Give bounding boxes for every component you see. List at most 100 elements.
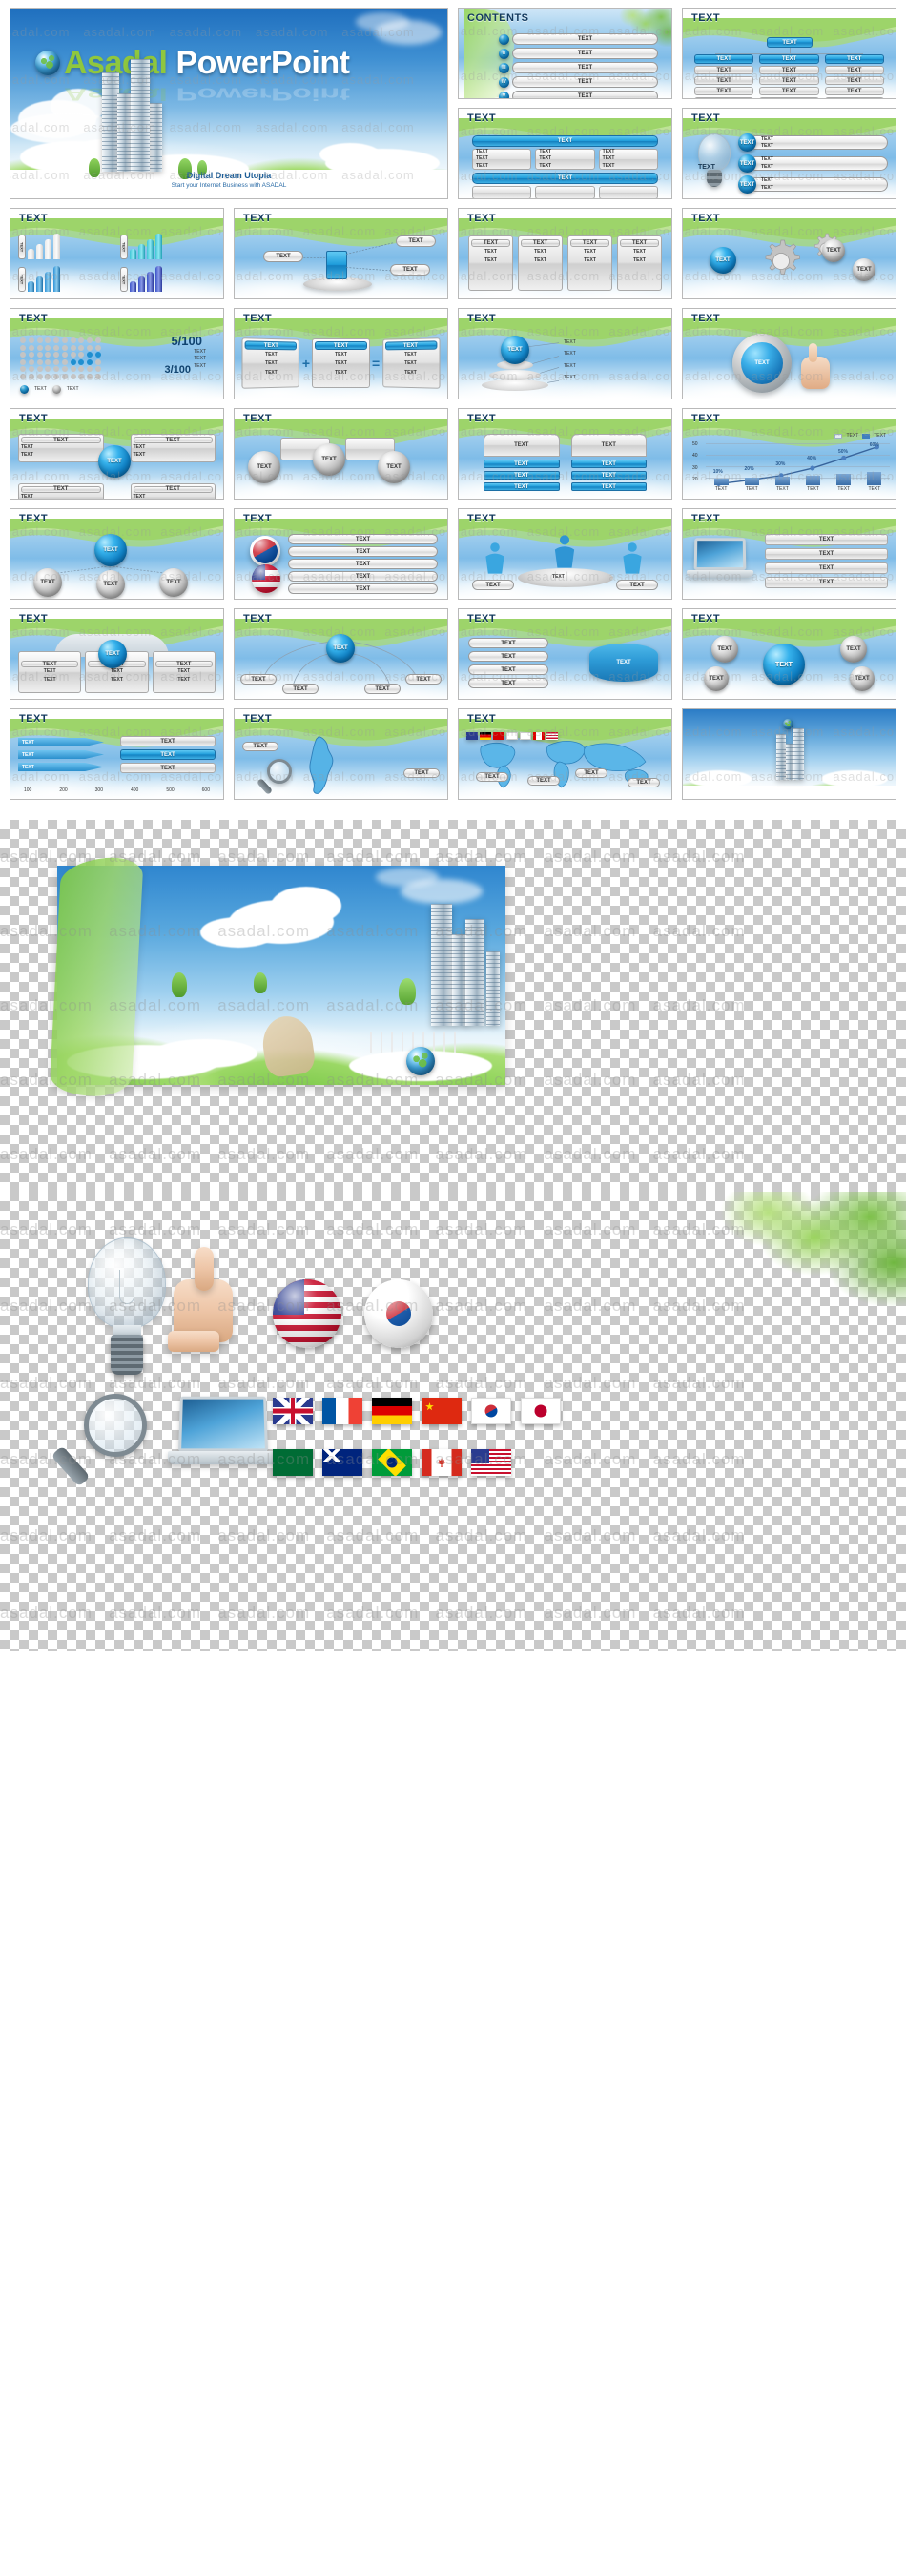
list-row[interactable]: TEXT: [468, 664, 548, 675]
mini-bar-chart[interactable]: TEXT: [16, 264, 115, 294]
germany-flag-icon[interactable]: [372, 1398, 412, 1424]
arc-node[interactable]: TEXT: [405, 674, 442, 685]
table-cell[interactable]: TEXT TEXT TEXT: [472, 149, 532, 170]
quadrant-box[interactable]: TEXT TEXT TEXT: [130, 434, 216, 462]
side-label[interactable]: TEXT: [616, 580, 658, 590]
cylinder-shape[interactable]: TEXT: [589, 644, 658, 682]
arrow-bar[interactable]: TEXT: [18, 750, 104, 759]
slide-korea-map[interactable]: TEXT TEXT TEXT asadal.com asadal.com asa…: [234, 708, 448, 800]
org-cell[interactable]: TEXT: [824, 87, 884, 95]
list-row[interactable]: TEXT: [765, 562, 888, 574]
banner-1[interactable]: TEXT: [472, 135, 658, 147]
timeline-card[interactable]: TEXT: [120, 749, 216, 760]
map-label[interactable]: TEXT: [575, 768, 607, 778]
org-cell[interactable]: TEXT: [759, 76, 819, 85]
callout-3[interactable]: TEXT: [390, 264, 430, 276]
mini-bar-chart[interactable]: TEXT: [16, 232, 115, 261]
slide-dot-matrix[interactable]: TEXT 5/100 3/100 TEXT TEXT TEXT TEXT TEX…: [10, 308, 224, 399]
node-pill[interactable]: TEXT TEXT: [749, 156, 888, 171]
timeline-card[interactable]: TEXT: [120, 736, 216, 746]
slide-dial-hand[interactable]: TEXT TEXT asadal.com asadal.com asadal.c…: [682, 308, 896, 399]
card[interactable]: TEXT TEXT TEXT TEXT: [241, 337, 299, 389]
arc-node[interactable]: TEXT: [240, 674, 277, 685]
korea-flag-sphere-icon[interactable]: [364, 1279, 433, 1348]
column-bar[interactable]: TEXT: [570, 460, 647, 468]
usa-flag-sphere-icon[interactable]: [273, 1279, 341, 1348]
slide-four-panels[interactable]: TEXT TEXT TEXT TEXT TEXT TEXT TEXT TEXT …: [458, 208, 672, 299]
slide-flag-list[interactable]: TEXT TEXT TEXT TEXT TEXT TEXT asadal.com…: [234, 508, 448, 600]
slide-hub-spheres[interactable]: TEXT TEXT TEXT TEXT TEXT asadal.com asad…: [10, 508, 224, 600]
slide-sphere-cluster[interactable]: TEXT TEXT TEXT TEXT TEXT TEXT asadal.com…: [682, 608, 896, 700]
org-cell[interactable]: TEXT: [694, 76, 754, 85]
slide-org-chart[interactable]: TEXT TEXT TEXT TEXT TEXT TEXT TEXT TEXT …: [682, 8, 896, 99]
arc-node[interactable]: TEXT: [364, 684, 401, 694]
node-pill[interactable]: TEXT TEXT: [749, 177, 888, 192]
korea-flag-icon[interactable]: [471, 1398, 511, 1424]
saudi-flag-icon[interactable]: [273, 1449, 313, 1476]
quadrant-box[interactable]: TEXT TEXT TEXT: [18, 434, 104, 462]
list-row[interactable]: TEXT: [468, 651, 548, 662]
japan-flag-icon[interactable]: [521, 1398, 561, 1424]
org-column-head[interactable]: TEXT: [694, 54, 754, 64]
france-flag-icon[interactable]: [322, 1398, 362, 1424]
list-row[interactable]: TEXT: [765, 548, 888, 560]
slide-contents[interactable]: CONTENTS I TEXT II TEXT III TEXT IV TEXT…: [458, 8, 672, 99]
callout-2[interactable]: TEXT: [263, 251, 303, 262]
slide-three-cards[interactable]: TEXT TEXT TEXT TEXT TEXT + TEXT TEXT TEX…: [234, 308, 448, 399]
slide-thank-you[interactable]: asadal.com asadal.com asadal.com asadal.…: [682, 708, 896, 800]
org-cell[interactable]: TEXT: [824, 97, 884, 98]
bulb-node-3[interactable]: TEXT TEXT TEXT: [738, 175, 888, 194]
quadrant-box[interactable]: TEXT TEXT TEXT: [130, 482, 216, 499]
slide-pyramid[interactable]: TEXT TEXT TEXT TEXT TEXT TEXT asadal.com…: [458, 308, 672, 399]
china-flag-icon[interactable]: [422, 1398, 462, 1424]
org-cell[interactable]: TEXT: [824, 66, 884, 74]
australia-flag-icon[interactable]: [322, 1449, 362, 1476]
fan-box[interactable]: TEXT TEXT TEXT: [152, 651, 216, 693]
org-cell[interactable]: TEXT: [759, 66, 819, 74]
korea-map-icon[interactable]: [290, 734, 353, 797]
map-label[interactable]: TEXT: [527, 776, 560, 786]
slide-arc-diagram[interactable]: TEXT TEXT TEXT TEXT TEXT TEXT asadal.com…: [234, 608, 448, 700]
node-pill[interactable]: TEXT TEXT: [749, 135, 888, 150]
table-cell[interactable]: [472, 186, 532, 198]
org-cell[interactable]: TEXT: [824, 76, 884, 85]
flag-row[interactable]: TEXT: [288, 546, 438, 557]
usa-flag-icon[interactable]: [471, 1449, 511, 1476]
bulb-node-2[interactable]: TEXT TEXT TEXT: [738, 154, 888, 173]
slide-list-cylinder[interactable]: TEXT TEXT TEXT TEXT TEXT TEXT asadal.com…: [458, 608, 672, 700]
slide-podium-callouts[interactable]: TEXT TEXT TEXT TEXT asadal.com asadal.co…: [234, 208, 448, 299]
canada-flag-icon[interactable]: [422, 1449, 462, 1476]
contents-item[interactable]: I TEXT: [499, 33, 658, 45]
dial-ring[interactable]: TEXT: [732, 334, 792, 393]
flag-row[interactable]: TEXT: [288, 534, 438, 544]
arrow-bar[interactable]: TEXT: [18, 738, 104, 746]
column-bar[interactable]: TEXT: [570, 482, 647, 491]
list-row[interactable]: TEXT: [765, 534, 888, 545]
org-column-head[interactable]: TEXT: [824, 54, 884, 64]
panel[interactable]: TEXT TEXT TEXT: [518, 235, 563, 291]
slide-bulb-spheres[interactable]: TEXT TEXT TEXT TEXT TEXT TEXT TEXT TEXT …: [682, 108, 896, 199]
brazil-flag-icon[interactable]: [372, 1449, 412, 1476]
column-bar[interactable]: TEXT: [570, 471, 647, 480]
org-cell[interactable]: TEXT: [759, 97, 819, 98]
fan-box[interactable]: TEXT TEXT TEXT: [18, 651, 82, 693]
flag-row[interactable]: TEXT: [288, 583, 438, 594]
flag-row[interactable]: TEXT: [288, 559, 438, 569]
panel[interactable]: TEXT TEXT TEXT: [567, 235, 612, 291]
slide-spheres-cards[interactable]: TEXT TEXT TEXT TEXT asadal.com asadal.co…: [234, 408, 448, 500]
panel[interactable]: TEXT TEXT TEXT: [617, 235, 662, 291]
mini-bar-chart[interactable]: TEXT: [118, 232, 217, 261]
contents-item[interactable]: IV TEXT: [499, 76, 658, 88]
org-root-node[interactable]: TEXT: [767, 37, 813, 48]
card[interactable]: TEXT TEXT TEXT TEXT: [312, 338, 370, 388]
mini-bar-chart[interactable]: TEXT: [118, 264, 217, 294]
slide-title[interactable]: Asadal PowerPoint Asadal PowerPoint: [10, 8, 448, 199]
contents-item[interactable]: V TEXT: [499, 91, 658, 98]
arc-node[interactable]: TEXT: [282, 684, 319, 694]
map-label[interactable]: TEXT: [628, 778, 660, 787]
slide-fan-boxes[interactable]: TEXT TEXT TEXT TEXT TEXT TEXT TEXT TEXT …: [10, 608, 224, 700]
org-column-head[interactable]: TEXT: [759, 54, 819, 64]
slide-bar-charts[interactable]: TEXT TEXT TEXT TEXT TEXT adal.com asadal…: [10, 208, 224, 299]
org-cell[interactable]: TEXT: [694, 66, 754, 74]
slide-banner-table[interactable]: TEXT TEXT TEXT TEXT TEXT TEXT TEXT TEXT: [458, 108, 672, 199]
